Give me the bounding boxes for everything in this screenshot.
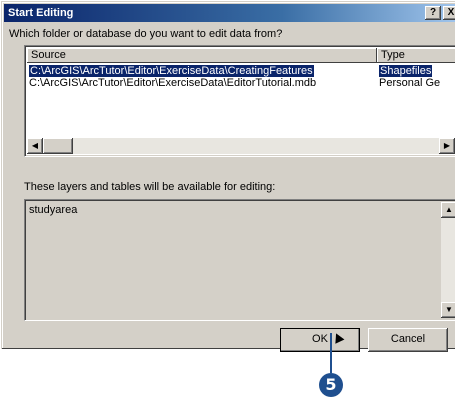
step-callout-badge: 5 bbox=[319, 373, 343, 397]
layer-item[interactable]: studyarea bbox=[29, 204, 77, 216]
scroll-down-arrow-icon[interactable]: ▼ bbox=[441, 302, 455, 318]
vertical-scrollbar[interactable]: ▲ ▼ bbox=[441, 202, 455, 318]
scroll-right-arrow-icon[interactable]: ▶ bbox=[439, 138, 455, 154]
source-path: C:\ArcGIS\ArcTutor\Editor\ExerciseData\C… bbox=[29, 65, 314, 77]
column-header-source[interactable]: Source bbox=[27, 48, 377, 63]
ok-button[interactable]: OK bbox=[280, 328, 360, 352]
source-type: Shapefiles bbox=[379, 65, 433, 77]
scroll-thumb[interactable] bbox=[43, 138, 73, 154]
source-path: C:\ArcGIS\ArcTutor\Editor\ExerciseData\E… bbox=[29, 77, 317, 89]
source-type: Personal Ge bbox=[379, 77, 441, 89]
layers-list[interactable]: studyarea ▲ ▼ bbox=[24, 199, 455, 321]
scroll-left-arrow-icon[interactable]: ◀ bbox=[27, 138, 43, 154]
cancel-button[interactable]: Cancel bbox=[368, 328, 448, 352]
help-button[interactable]: ? bbox=[425, 6, 441, 20]
column-header-type[interactable]: Type bbox=[377, 48, 455, 63]
close-button[interactable]: X bbox=[443, 6, 455, 20]
start-editing-dialog: Start Editing ? X Which folder or databa… bbox=[1, 1, 455, 352]
title-bar[interactable]: Start Editing ? X bbox=[4, 4, 455, 22]
horizontal-scrollbar[interactable]: ◀ ▶ bbox=[27, 138, 455, 154]
callout-leader-line bbox=[330, 333, 332, 373]
window-title: Start Editing bbox=[8, 7, 74, 19]
scroll-up-arrow-icon[interactable]: ▲ bbox=[441, 202, 455, 218]
layers-prompt-label: These layers and tables will be availabl… bbox=[24, 181, 276, 193]
source-prompt-label: Which folder or database do you want to … bbox=[9, 28, 283, 40]
source-list[interactable]: Source Type C:\ArcGIS\ArcTutor\Editor\Ex… bbox=[24, 45, 455, 157]
